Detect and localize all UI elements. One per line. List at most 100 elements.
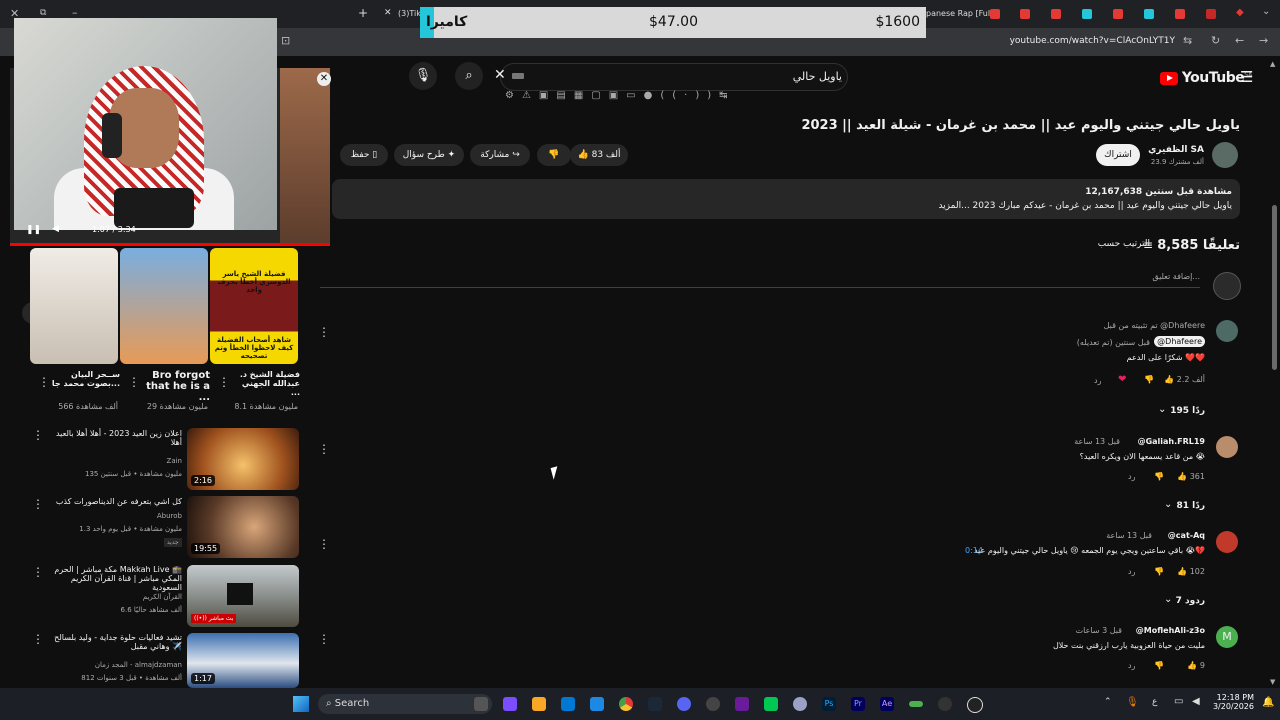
mic-tray-icon[interactable]: 🎙 xyxy=(1126,697,1139,708)
video-thumbnail[interactable]: ((•)) بث مباشر xyxy=(187,565,299,627)
youtube-logo[interactable]: YouTubeSA xyxy=(1160,70,1252,86)
more-options-icon[interactable]: ⋮ xyxy=(38,375,50,389)
add-comment-input[interactable]: إضافة تعليق... xyxy=(1152,272,1200,281)
youtube-tab-icon[interactable] xyxy=(1175,9,1185,19)
menu-icon[interactable]: ☰ xyxy=(1240,68,1253,86)
comment-author[interactable]: @Dhafeere xyxy=(1154,336,1205,347)
windows-start-icon[interactable] xyxy=(293,696,309,712)
more-options-icon[interactable]: ⋮ xyxy=(32,632,44,646)
app-tab-icon[interactable] xyxy=(1082,9,1092,19)
channel-name[interactable]: الظفيري SA xyxy=(1148,145,1204,155)
more-options-icon[interactable]: ⋮ xyxy=(318,325,330,339)
comment-avatar[interactable] xyxy=(1216,436,1238,458)
scrollbar-thumb[interactable] xyxy=(1272,205,1277,370)
more-options-icon[interactable]: ⋮ xyxy=(318,442,330,456)
app-tab-icon[interactable] xyxy=(1144,9,1154,19)
replies-toggle[interactable]: 195 ردًا xyxy=(1170,406,1205,416)
chevron-down-icon[interactable]: ⌄ xyxy=(1164,499,1172,510)
window-icon[interactable]: ⧉ xyxy=(40,8,46,18)
youtube-tab-icon[interactable] xyxy=(1113,9,1123,19)
taskbar-clock[interactable]: 12:18 PM 3/20/2026 xyxy=(1210,693,1254,711)
video-title-link[interactable]: تشيد فعاليات حلوة جداية - وليد بلسالح وه… xyxy=(52,633,182,651)
mail-icon[interactable] xyxy=(590,697,604,711)
file-explorer-icon[interactable] xyxy=(532,697,546,711)
video-channel[interactable]: Aburob xyxy=(52,512,182,520)
scroll-up-arrow[interactable]: ▲ xyxy=(1270,60,1275,68)
after-effects-icon[interactable]: Ae xyxy=(880,697,894,711)
more-options-icon[interactable]: ⋮ xyxy=(32,565,44,579)
new-tab-icon[interactable]: + xyxy=(358,6,368,20)
copilot-icon[interactable] xyxy=(503,697,517,711)
video-thumbnail[interactable]: 2:16 xyxy=(187,428,299,490)
more-options-icon[interactable]: ⋮ xyxy=(32,428,44,442)
video-thumbnail[interactable]: 1:17 xyxy=(187,633,299,688)
app-icon[interactable] xyxy=(735,697,749,711)
close-tab-icon[interactable]: ✕ xyxy=(384,8,392,18)
reload-icon[interactable]: ↻ xyxy=(1211,34,1220,47)
comment-avatar[interactable] xyxy=(1216,531,1238,553)
back-icon[interactable]: → xyxy=(1259,34,1268,47)
short-title[interactable]: فضيلة الشيخ د. عبدالله الجهني ... xyxy=(230,370,300,397)
miniplayer-progress[interactable] xyxy=(10,243,330,246)
discord-icon[interactable] xyxy=(677,697,691,711)
volume-icon[interactable]: ◀ xyxy=(52,224,59,234)
store-icon[interactable] xyxy=(561,697,575,711)
short-thumbnail[interactable]: فضيلة الشيخ ياسر الدوسري أخطأ بحرف واحد … xyxy=(210,248,298,364)
comment-like-button[interactable]: 👍 9 xyxy=(1187,661,1205,670)
comment-dislike-icon[interactable]: 👎 xyxy=(1154,567,1164,576)
short-title[interactable]: ســحر البيان بصوت محمد جا... xyxy=(48,370,120,388)
comment-like-button[interactable]: 👍 361 xyxy=(1177,472,1205,481)
chevron-down-icon[interactable]: ⌄ xyxy=(1158,404,1166,415)
like-button[interactable]: 👍 83 ألف xyxy=(570,144,628,166)
keyboard-icon[interactable] xyxy=(512,73,524,79)
sort-by-button[interactable]: الترتيب حسب xyxy=(1098,239,1150,249)
volume-tray-icon[interactable]: ◀ xyxy=(1192,696,1200,707)
video-title-link[interactable]: اعلان زين العيد 2023 - أهلا أهلا بالعيد … xyxy=(52,429,182,447)
comment-author[interactable]: @cat-Aq xyxy=(1168,531,1205,540)
replies-toggle[interactable]: 7 ردود xyxy=(1176,596,1205,606)
youtube-tab-icon[interactable] xyxy=(990,9,1000,19)
search-icon[interactable]: ⌕ xyxy=(455,62,483,90)
scroll-down-arrow[interactable]: ▼ xyxy=(1270,678,1275,686)
app-icon[interactable] xyxy=(967,697,983,713)
video-title-link[interactable]: مكة مباشر | الحرم Makkah Live 🕋 المكي مب… xyxy=(52,565,182,592)
comment-timestamp-link[interactable]: 0:14 xyxy=(965,546,983,555)
app-icon[interactable] xyxy=(938,697,952,711)
reader-icon[interactable]: ⇆ xyxy=(1183,34,1192,47)
comment-like-button[interactable]: 👍 2.2 ألف xyxy=(1164,375,1205,384)
youtube-tab-icon[interactable] xyxy=(1020,9,1030,19)
video-title-link[interactable]: كل اشي بتعرفه عن الديناصورات كذب xyxy=(52,497,182,506)
pause-icon[interactable]: ❚❚ xyxy=(26,225,41,235)
chevron-down-icon[interactable]: ⌄ xyxy=(1262,6,1270,17)
comment-dislike-icon[interactable]: 👎 xyxy=(1154,472,1164,481)
app-tab-icon[interactable] xyxy=(1206,9,1216,19)
chrome-icon[interactable] xyxy=(619,697,633,711)
notification-icon[interactable]: 🔔 xyxy=(1262,697,1274,708)
comment-author[interactable]: @MoflehAli-z3o xyxy=(1136,626,1205,635)
tab-label[interactable]: (3)Tik xyxy=(398,9,421,18)
steam-icon[interactable] xyxy=(648,697,662,711)
search-input[interactable]: ياويل حالي xyxy=(793,70,842,83)
app-icon[interactable] xyxy=(764,697,778,711)
save-button[interactable]: حفظ ▯ xyxy=(340,144,388,166)
short-thumbnail[interactable] xyxy=(30,248,118,364)
url-text[interactable]: youtube.com/watch?v=ClAcOnLYT1Y xyxy=(1010,36,1175,46)
photoshop-icon[interactable]: Ps xyxy=(822,697,836,711)
more-options-icon[interactable]: ⋮ xyxy=(318,632,330,646)
reply-button[interactable]: رد xyxy=(1128,472,1135,481)
subscribe-button[interactable]: اشتراك xyxy=(1096,144,1140,166)
tab-icon[interactable]: ◆ xyxy=(1236,7,1244,18)
more-options-icon[interactable]: ⋮ xyxy=(218,375,230,389)
comment-dislike-icon[interactable]: 👎 xyxy=(1144,375,1154,384)
more-options-icon[interactable]: ⋮ xyxy=(128,375,140,389)
comment-avatar[interactable]: M xyxy=(1216,626,1238,648)
share-button[interactable]: مشاركة ↪ xyxy=(470,144,530,166)
language-icon[interactable]: ع xyxy=(1152,697,1157,707)
comment-dislike-icon[interactable]: 👎 xyxy=(1154,661,1164,670)
video-thumbnail[interactable]: 19:55 xyxy=(187,496,299,558)
video-channel[interactable]: المجد زمان - almajdzaman xyxy=(52,661,182,669)
reply-button[interactable]: رد xyxy=(1128,661,1135,670)
comment-avatar[interactable] xyxy=(1216,320,1238,342)
channel-avatar[interactable] xyxy=(1212,142,1238,168)
ask-button[interactable]: طرح سؤال ✦ xyxy=(394,144,464,166)
